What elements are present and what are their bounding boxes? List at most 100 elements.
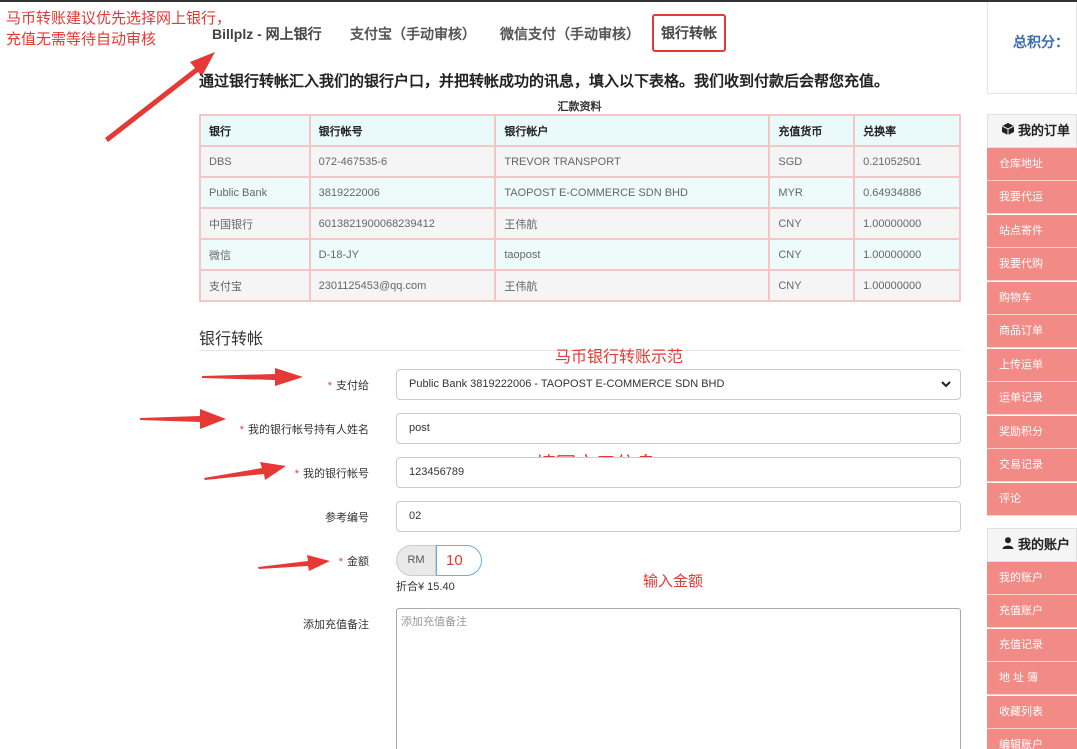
account-number-input[interactable]: 123456789 — [396, 457, 961, 488]
column-header: 银行 — [199, 114, 311, 147]
holder-name-label: * 我的银行帐号持有人姓名 — [240, 421, 369, 437]
remark-textarea[interactable]: 添加充值备注 — [396, 608, 961, 749]
table-row: Public Bank 3819222006 TAOPOST E-COMMERC… — [199, 176, 961, 209]
amount-label-text: 金额 — [347, 556, 369, 568]
annotation-arrow-amount — [258, 555, 330, 571]
table-header-row: 银行 银行帐号 银行帐户 充值货币 兑换率 — [199, 114, 961, 147]
right-sidebar: 总积分： 我的订单 仓库地址 我要代运 站点寄件 我要代购 购物车 商品订单 上… — [987, 0, 1077, 749]
table-cell: 王伟航 — [494, 207, 771, 240]
table-cell: DBS — [199, 145, 311, 178]
required-mark: * — [327, 380, 332, 392]
required-mark: * — [239, 424, 244, 436]
column-header: 银行帐户 — [494, 114, 771, 147]
table-caption: 汇款资料 — [557, 101, 602, 113]
table-cell: CNY — [768, 238, 856, 271]
table-cell: 2301125453@qq.com — [308, 269, 497, 302]
table-cell: 1.00000000 — [853, 238, 961, 271]
table-cell: 王伟航 — [494, 269, 771, 302]
top-border — [0, 0, 1077, 2]
pay-to-select[interactable]: Public Bank 3819222006 - TAOPOST E-COMME… — [396, 369, 961, 400]
converted-amount: 折合¥ 15.40 — [396, 581, 455, 593]
annotation-example: 马币银行转账示范 — [555, 349, 684, 366]
my-orders-title: 我的订单 — [1018, 123, 1071, 138]
currency-addon: RM — [396, 545, 436, 576]
cube-icon — [1001, 115, 1015, 147]
tab-bank-transfer[interactable]: 银行转帐 — [652, 14, 726, 52]
sidebar-item-cart[interactable]: 购物车 — [987, 282, 1077, 315]
table-row: 支付宝 2301125453@qq.com 王伟航 CNY 1.00000000 — [199, 269, 961, 302]
my-account-heading: 我的账户 — [987, 528, 1077, 562]
table-row: 中国银行 6013821900068239412 王伟航 CNY 1.00000… — [199, 207, 961, 240]
tab-wechat-pay[interactable]: 微信支付（手动审核） — [500, 14, 640, 54]
sidebar-item-waybill-records[interactable]: 运单记录 — [987, 382, 1077, 415]
sidebar-item-favorites[interactable]: 收藏列表 — [987, 696, 1077, 729]
sidebar-item-upload-waybill[interactable]: 上传运单 — [987, 349, 1077, 382]
table-cell: 3819222006 — [308, 176, 497, 209]
table-cell: D-18-JY — [308, 238, 497, 271]
sidebar-item-station-shipping[interactable]: 站点寄件 — [987, 215, 1077, 248]
reference-label: 参考编号 — [325, 512, 369, 524]
table-cell: Public Bank — [199, 176, 311, 209]
amount-input[interactable]: 10 — [436, 545, 482, 576]
sidebar-item-my-account[interactable]: 我的账户 — [987, 562, 1077, 595]
annotation-arrow-holder — [140, 409, 226, 429]
sidebar-item-transactions[interactable]: 交易记录 — [987, 449, 1077, 482]
tab-billplz[interactable]: Billplz - 网上银行 — [212, 14, 322, 54]
table-cell: 1.00000000 — [853, 269, 961, 302]
reference-input[interactable]: 02 — [396, 501, 961, 532]
my-account-title: 我的账户 — [1018, 537, 1071, 552]
table-cell: TREVOR TRANSPORT — [494, 145, 771, 178]
sidebar-item-address-book[interactable]: 地 址 簿 — [987, 662, 1077, 695]
table-cell: 0.64934886 — [853, 176, 961, 209]
table-cell: 中国银行 — [199, 207, 311, 240]
table-cell: 0.21052501 — [853, 145, 961, 178]
chevron-down-icon — [941, 381, 951, 388]
sidebar-item-product-orders[interactable]: 商品订单 — [987, 315, 1077, 348]
table-cell: CNY — [768, 207, 856, 240]
tab-alipay[interactable]: 支付宝（手动审核） — [350, 14, 476, 54]
annotation-arrow-pay-to — [202, 368, 303, 386]
total-points-label: 总积分： — [1013, 34, 1069, 50]
table-cell: 6013821900068239412 — [308, 207, 497, 240]
table-cell: 微信 — [199, 238, 311, 271]
table-cell: 072-467535-6 — [308, 145, 497, 178]
table-cell: SGD — [768, 145, 856, 178]
sidebar-item-purchasing[interactable]: 我要代购 — [987, 248, 1077, 281]
bank-accounts-table: 银行 银行帐号 银行帐户 充值货币 兑换率 DBS 072-467535-6 T… — [199, 114, 961, 302]
table-cell: CNY — [768, 269, 856, 302]
column-header: 银行帐号 — [308, 114, 497, 147]
pay-to-label-text: 支付给 — [336, 380, 369, 392]
amount-label: * 金额 — [339, 553, 369, 569]
account-number-label: * 我的银行帐号 — [295, 465, 369, 481]
points-panel: 总积分： — [987, 2, 1077, 94]
sidebar-item-warehouse-address[interactable]: 仓库地址 — [987, 148, 1077, 181]
required-mark: * — [294, 468, 299, 480]
table-cell: taopost — [494, 238, 771, 271]
my-orders-heading: 我的订单 — [987, 114, 1077, 148]
sidebar-item-edit-account[interactable]: 编辑账户 — [987, 729, 1077, 749]
pay-to-label: * 支付给 — [328, 377, 369, 393]
table-cell: 1.00000000 — [853, 207, 961, 240]
column-header: 兑换率 — [853, 114, 961, 147]
intro-text: 通过银行转帐汇入我们的银行户口，并把转帐成功的讯息，填入以下表格。我们收到付款后… — [199, 73, 890, 90]
remark-label: 添加充值备注 — [303, 619, 369, 631]
sidebar-item-top-up[interactable]: 充值账户 — [987, 595, 1077, 628]
table-cell: 支付宝 — [199, 269, 311, 302]
user-icon — [1002, 529, 1014, 561]
sidebar-item-forwarding[interactable]: 我要代运 — [987, 181, 1077, 214]
sidebar-item-reviews[interactable]: 评论 — [987, 483, 1077, 516]
annotation-enter-amount: 输入金额 — [643, 573, 704, 590]
required-mark: * — [338, 556, 343, 568]
holder-name-input[interactable]: post — [396, 413, 961, 444]
sidebar-item-top-up-records[interactable]: 充值记录 — [987, 629, 1077, 662]
section-title: 银行转帐 — [199, 331, 264, 348]
sidebar-item-reward-points[interactable]: 奖励积分 — [987, 416, 1077, 449]
table-cell: MYR — [768, 176, 856, 209]
pay-to-value: Public Bank 3819222006 - TAOPOST E-COMME… — [409, 378, 725, 390]
account-number-label-text: 我的银行帐号 — [303, 468, 369, 480]
table-row: DBS 072-467535-6 TREVOR TRANSPORT SGD 0.… — [199, 145, 961, 178]
column-header: 充值货币 — [768, 114, 856, 147]
annotation-top-note: 马币转账建议优先选择网上银行， 充值无需等待自动审核 — [6, 10, 232, 48]
annotation-arrow-account — [204, 462, 286, 480]
holder-name-label-text: 我的银行帐号持有人姓名 — [248, 424, 369, 436]
